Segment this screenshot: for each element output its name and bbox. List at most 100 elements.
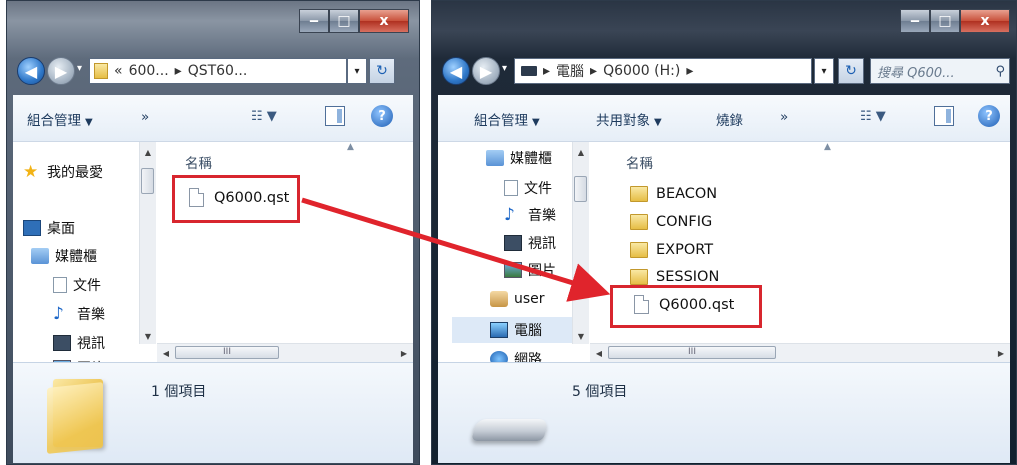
nav-item-favorites[interactable]: ★ 我的最愛 <box>23 162 103 182</box>
view-options-button[interactable]: ☷ ▼ <box>251 109 277 124</box>
nav-item-desktop[interactable]: 桌面 <box>23 218 75 238</box>
address-separator[interactable]: ▸ <box>590 63 597 79</box>
view-options-button[interactable]: ☷ ▼ <box>860 109 886 124</box>
folder-item-config[interactable]: CONFIG <box>630 214 712 230</box>
search-icon[interactable]: ⚲ <box>995 64 1005 79</box>
scroll-down-arrow-icon[interactable]: ▼ <box>140 328 156 344</box>
close-button[interactable]: x <box>960 9 1010 33</box>
nav-item-videos[interactable]: 視訊 <box>53 333 105 353</box>
computer-icon <box>490 322 508 338</box>
nav-item-music[interactable]: ♪ 音樂 <box>53 304 105 324</box>
refresh-icon: ↻ <box>845 63 857 79</box>
file-list-horizontal-scrollbar[interactable]: ◀ III ▶ <box>157 343 413 362</box>
maximize-button[interactable]: □ <box>930 9 960 33</box>
scroll-thumb[interactable] <box>574 176 587 202</box>
back-button[interactable]: ◀ <box>442 57 470 85</box>
nav-item-libraries[interactable]: 媒體櫃 <box>486 148 552 168</box>
nav-item-pictures[interactable]: 圖片 <box>504 260 556 280</box>
folder-icon <box>94 63 108 79</box>
address-bar[interactable]: ▸ 電腦 ▸ Q6000 (H:) ▸ <box>514 58 812 84</box>
nav-item-libraries[interactable]: 媒體櫃 <box>31 246 97 266</box>
help-button[interactable]: ? <box>371 105 393 127</box>
more-commands-button[interactable]: » <box>141 109 149 125</box>
file-list-horizontal-scrollbar[interactable]: ◀ III ▶ <box>590 343 1010 362</box>
star-icon: ★ <box>23 162 39 182</box>
scroll-down-arrow-icon[interactable]: ▼ <box>573 328 589 344</box>
back-button[interactable]: ◀ <box>17 57 45 85</box>
horizontal-scroll-thumb[interactable]: III <box>175 346 279 359</box>
view-list-icon: ☷ <box>860 109 872 124</box>
nav-item-documents[interactable]: 文件 <box>504 178 552 198</box>
search-input[interactable]: 搜尋 Q600... ⚲ <box>870 58 1010 84</box>
refresh-button[interactable]: ↻ <box>369 58 395 84</box>
scroll-up-arrow-icon[interactable]: ▲ <box>140 144 156 160</box>
folder-icon <box>630 214 648 230</box>
minimize-button[interactable]: ‒ <box>900 9 930 33</box>
forward-button[interactable]: ▶ <box>47 57 75 85</box>
help-icon: ? <box>985 108 993 124</box>
share-with-menu[interactable]: 共用對象 ▼ <box>596 109 662 129</box>
address-bar[interactable]: « 600... ▸ QST60... <box>89 58 347 84</box>
user-folder-icon <box>490 291 508 307</box>
right-details-pane: 5 個項目 <box>438 362 1010 463</box>
folder-item-session[interactable]: SESSION <box>630 269 719 285</box>
back-arrow-icon: ◀ <box>24 61 38 81</box>
nav-item-computer[interactable]: 電腦 <box>452 317 572 343</box>
address-separator[interactable]: ▸ <box>175 63 182 79</box>
nav-item-music[interactable]: ♪ 音樂 <box>504 205 556 225</box>
highlight-box-source-file <box>172 175 300 223</box>
name-column-header[interactable]: 名稱 <box>626 152 653 172</box>
scroll-left-arrow-icon[interactable]: ◀ <box>159 344 173 362</box>
scroll-right-arrow-icon[interactable]: ▶ <box>397 344 411 362</box>
forward-button[interactable]: ▶ <box>472 57 500 85</box>
right-file-list: 名稱 ▲ BEACON CONFIG EXPORT SESSION Q6000.… <box>590 142 1010 362</box>
refresh-button[interactable]: ↻ <box>838 58 864 84</box>
left-explorer-window: ‒ □ x ◀ ▶ ▾ « 600... ▸ QST60... ▾ ↻ 組合管理… <box>6 0 420 465</box>
organize-menu[interactable]: 組合管理 ▼ <box>474 109 540 129</box>
nav-item-user[interactable]: user <box>490 291 545 307</box>
forward-arrow-icon: ▶ <box>479 61 493 81</box>
left-details-pane: 1 個項目 <box>13 362 413 463</box>
scroll-up-arrow-icon[interactable]: ▲ <box>573 144 589 160</box>
address-dropdown[interactable]: ▾ <box>347 58 367 84</box>
scroll-right-arrow-icon[interactable]: ▶ <box>994 344 1008 362</box>
scroll-thumb[interactable] <box>141 168 154 194</box>
recent-pages-dropdown[interactable]: ▾ <box>502 63 507 74</box>
folder-item-export[interactable]: EXPORT <box>630 242 713 258</box>
back-arrow-icon: ◀ <box>449 61 463 81</box>
address-segment[interactable]: QST60... <box>188 63 248 79</box>
close-button[interactable]: x <box>359 9 409 33</box>
nav-item-videos[interactable]: 視訊 <box>504 233 556 253</box>
nav-item-documents[interactable]: 文件 <box>53 275 101 295</box>
network-icon <box>490 351 508 362</box>
navigation-pane-scrollbar[interactable]: ▲ ▼ <box>139 142 156 344</box>
right-navigation-bar: ◀ ▶ ▾ ▸ 電腦 ▸ Q6000 (H:) ▸ ▾ ↻ 搜尋 Q600...… <box>442 53 1010 87</box>
burn-button[interactable]: 燒錄 <box>716 109 743 129</box>
help-button[interactable]: ? <box>978 105 1000 127</box>
item-count: 5 個項目 <box>572 384 628 400</box>
address-overflow[interactable]: « <box>114 63 123 79</box>
recent-pages-dropdown[interactable]: ▾ <box>77 63 82 74</box>
name-column-header[interactable]: 名稱 <box>185 152 212 172</box>
maximize-button[interactable]: □ <box>329 9 359 33</box>
minimize-button[interactable]: ‒ <box>299 9 329 33</box>
removable-drive-icon <box>471 419 549 441</box>
item-count: 1 個項目 <box>151 384 207 400</box>
address-separator[interactable]: ▸ <box>543 63 550 79</box>
address-segment[interactable]: 電腦 <box>556 61 584 81</box>
left-caption-buttons: ‒ □ x <box>299 9 409 33</box>
preview-pane-button[interactable] <box>325 106 345 126</box>
preview-pane-button[interactable] <box>934 106 954 126</box>
address-separator[interactable]: ▸ <box>686 63 693 79</box>
more-commands-button[interactable]: » <box>780 109 788 125</box>
address-segment[interactable]: 600... <box>129 63 169 79</box>
folder-item-beacon[interactable]: BEACON <box>630 186 717 202</box>
horizontal-scroll-thumb[interactable]: III <box>608 346 776 359</box>
address-dropdown[interactable]: ▾ <box>814 58 834 84</box>
address-segment[interactable]: Q6000 (H:) <box>603 63 680 79</box>
organize-menu[interactable]: 組合管理 ▼ <box>27 109 93 129</box>
nav-item-network[interactable]: 網路 <box>490 349 542 362</box>
navigation-pane-scrollbar[interactable]: ▲ ▼ <box>572 142 589 344</box>
sort-ascending-icon: ▲ <box>347 142 354 152</box>
scroll-left-arrow-icon[interactable]: ◀ <box>592 344 606 362</box>
